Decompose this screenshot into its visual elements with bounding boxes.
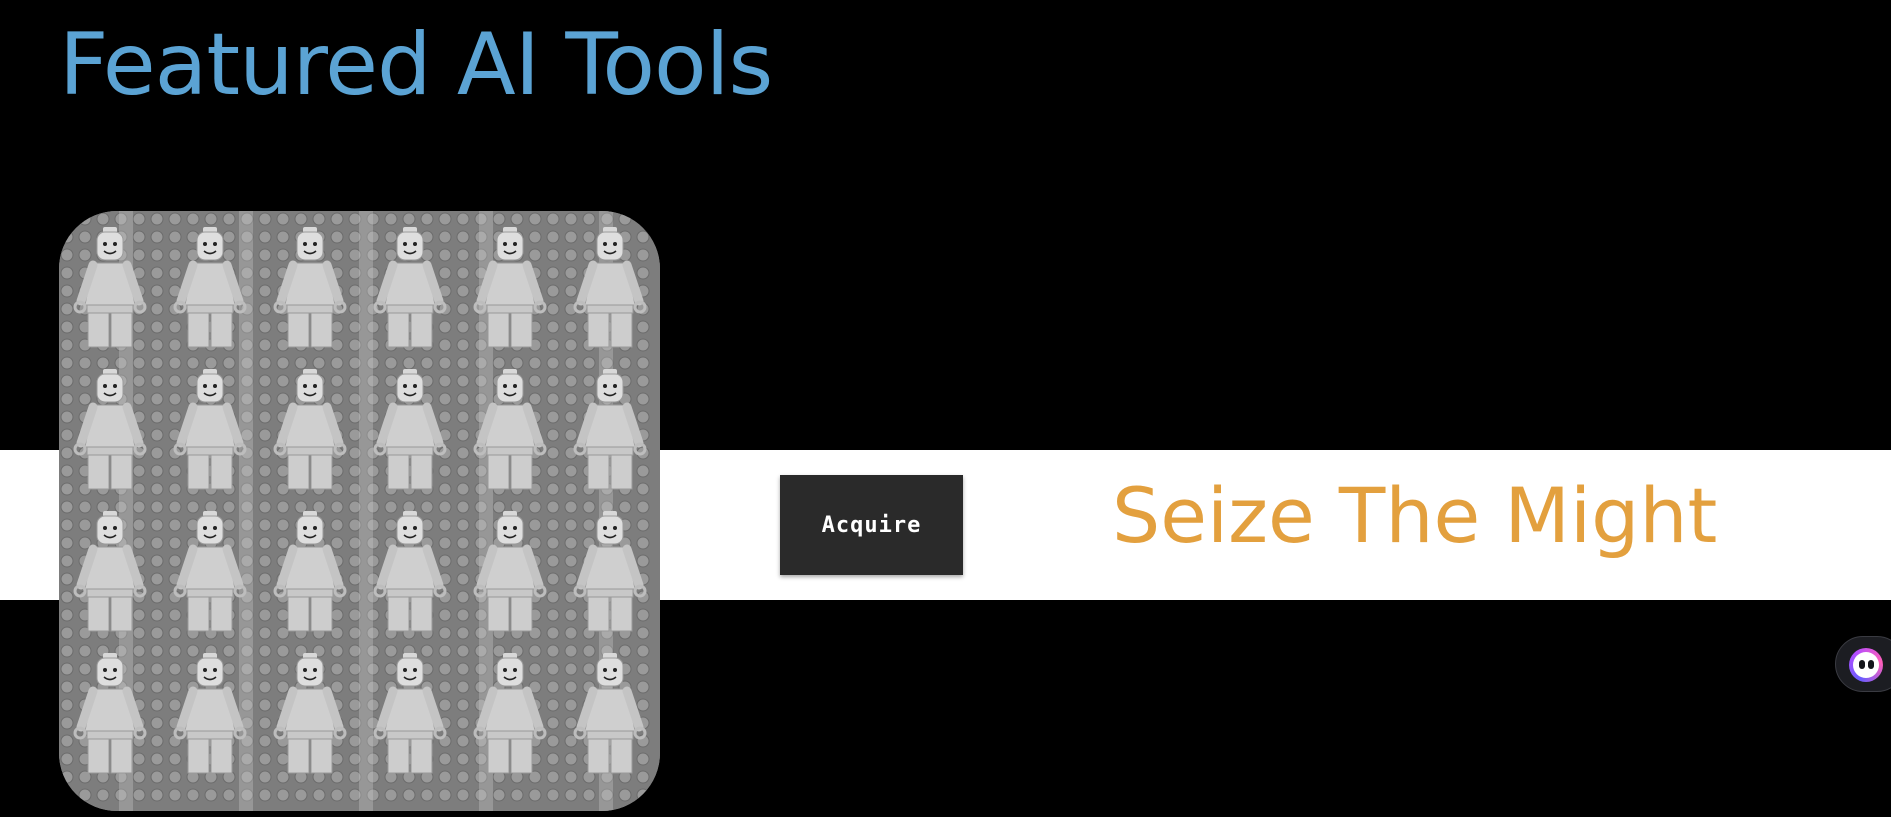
chat-bot-eye bbox=[1859, 660, 1865, 669]
section-heading: Featured AI Tools bbox=[59, 15, 773, 115]
acquire-button[interactable]: Acquire bbox=[780, 475, 963, 575]
chat-bot-eye bbox=[1868, 660, 1874, 669]
featured-image bbox=[59, 211, 660, 811]
promo-tagline: Seize The Might bbox=[1112, 471, 1718, 560]
chat-bot-face bbox=[1853, 652, 1879, 678]
minifigure-grid-illustration bbox=[59, 211, 660, 811]
page: Featured AI Tools Acquire Seize The Migh… bbox=[0, 0, 1891, 817]
chat-widget-button[interactable] bbox=[1835, 636, 1891, 692]
